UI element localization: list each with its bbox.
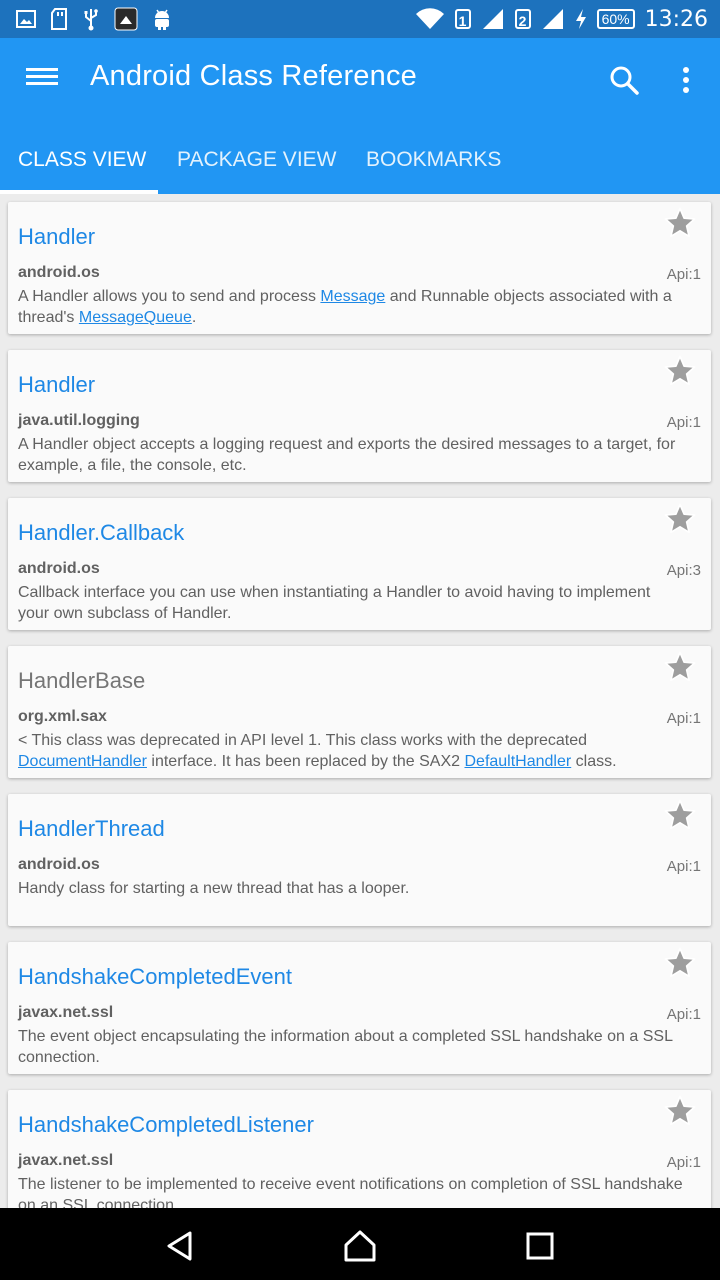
class-name: Handler.Callback <box>18 520 185 545</box>
charging-icon <box>575 9 586 29</box>
class-description: The listener to be implemented to receiv… <box>18 1176 683 1208</box>
home-icon[interactable] <box>342 1228 378 1264</box>
recents-icon[interactable] <box>522 1228 558 1264</box>
api-level: Api:1 <box>666 266 701 283</box>
class-name: HandlerThread <box>18 816 165 841</box>
package-name: android.os <box>18 856 100 873</box>
signal-icon <box>542 9 563 29</box>
package-name: android.os <box>18 560 100 577</box>
class-card[interactable]: HandlerBase org.xml.sax Api:1 < This class … <box>8 646 711 778</box>
more-vert-icon[interactable] <box>676 62 696 98</box>
class-description: Callback interface you can use when inst… <box>18 584 651 622</box>
tab-bar: CLASS VIEW PACKAGE VIEW BOOKMARKS <box>0 134 720 194</box>
bookmark-star-icon[interactable] <box>663 650 697 684</box>
app-bar: Android Class Reference CLASS VIEW PACKA… <box>0 38 720 194</box>
menu-icon[interactable] <box>26 64 58 94</box>
class-link[interactable]: MessageQueue <box>79 309 192 326</box>
class-card[interactable]: HandlerThread android.os Api:1 Handy class … <box>8 794 711 926</box>
class-name: Handler <box>18 224 96 249</box>
class-link[interactable]: DocumentHandler <box>18 753 147 770</box>
app-notification-icon <box>114 7 138 31</box>
api-level: Api:1 <box>666 1006 701 1023</box>
tab-package-view[interactable]: PACKAGE VIEW <box>177 134 336 194</box>
package-name: org.xml.sax <box>18 708 107 725</box>
package-name: javax.net.ssl <box>18 1004 114 1021</box>
bookmark-star-icon[interactable] <box>663 502 697 536</box>
notification-icons <box>16 6 172 32</box>
class-description: The event object encapsulating the infor… <box>18 1028 673 1066</box>
bookmark-star-icon[interactable] <box>663 354 697 388</box>
api-level: Api:1 <box>666 1154 701 1171</box>
class-card[interactable]: Handler android.os Api:1 A Handler allows y… <box>8 202 711 334</box>
class-name: HandshakeCompletedListener <box>18 1112 314 1137</box>
class-card[interactable]: HandshakeCompletedListener javax.net.ssl A… <box>8 1090 711 1208</box>
package-name: javax.net.ssl <box>18 1152 114 1169</box>
android-icon <box>155 9 169 30</box>
class-card[interactable]: Handler java.util.logging Api:1 A Handler o… <box>8 350 711 482</box>
class-description: Handy class for starting a new thread th… <box>18 880 410 897</box>
clock: 13:26 <box>644 6 708 32</box>
package-name: android.os <box>18 264 100 281</box>
class-link[interactable]: DefaultHandler <box>464 753 571 770</box>
system-icons: 1 2 60% 13:26 <box>415 4 708 34</box>
api-level: Api:1 <box>666 414 701 431</box>
bookmark-star-icon[interactable] <box>663 946 697 980</box>
class-name: HandlerBase <box>18 668 146 693</box>
wifi-icon <box>415 8 444 30</box>
app-title: Android Class Reference <box>90 60 417 92</box>
class-description: < This class was deprecated in API level… <box>18 732 617 770</box>
api-level: Api:1 <box>666 858 701 875</box>
package-name: java.util.logging <box>18 412 140 429</box>
class-list[interactable]: Handler android.os Api:1 A Handler allows y… <box>0 194 720 1208</box>
class-name: Handler <box>18 372 96 397</box>
class-card[interactable]: Handler.Callback android.os Api:3 Callback … <box>8 498 711 630</box>
class-card[interactable]: HandshakeCompletedEvent javax.net.ssl Api:… <box>8 942 711 1074</box>
back-icon[interactable] <box>162 1228 198 1264</box>
tab-class-view[interactable]: CLASS VIEW <box>18 134 146 194</box>
sd-card-icon <box>51 8 67 30</box>
bookmark-star-icon[interactable] <box>663 206 697 240</box>
sim2-badge: 2 <box>514 9 531 29</box>
signal-icon <box>482 9 503 29</box>
bookmark-star-icon[interactable] <box>663 798 697 832</box>
battery-indicator: 60% <box>596 9 635 29</box>
tab-bookmarks[interactable]: BOOKMARKS <box>366 134 501 194</box>
class-description: A Handler object accepts a logging reque… <box>18 436 676 474</box>
search-icon[interactable] <box>606 62 642 98</box>
status-bar: 1 2 60% 13:26 <box>0 0 720 38</box>
navigation-bar <box>0 1208 720 1280</box>
usb-icon <box>84 9 98 31</box>
api-level: Api:1 <box>666 710 701 727</box>
class-link[interactable]: Message <box>320 288 385 305</box>
class-description: A Handler allows you to send and process… <box>18 288 672 326</box>
sim1-badge: 1 <box>454 9 471 29</box>
api-level: Api:3 <box>666 562 701 579</box>
image-icon <box>16 10 36 28</box>
class-name: HandshakeCompletedEvent <box>18 964 292 989</box>
bookmark-star-icon[interactable] <box>663 1094 697 1128</box>
